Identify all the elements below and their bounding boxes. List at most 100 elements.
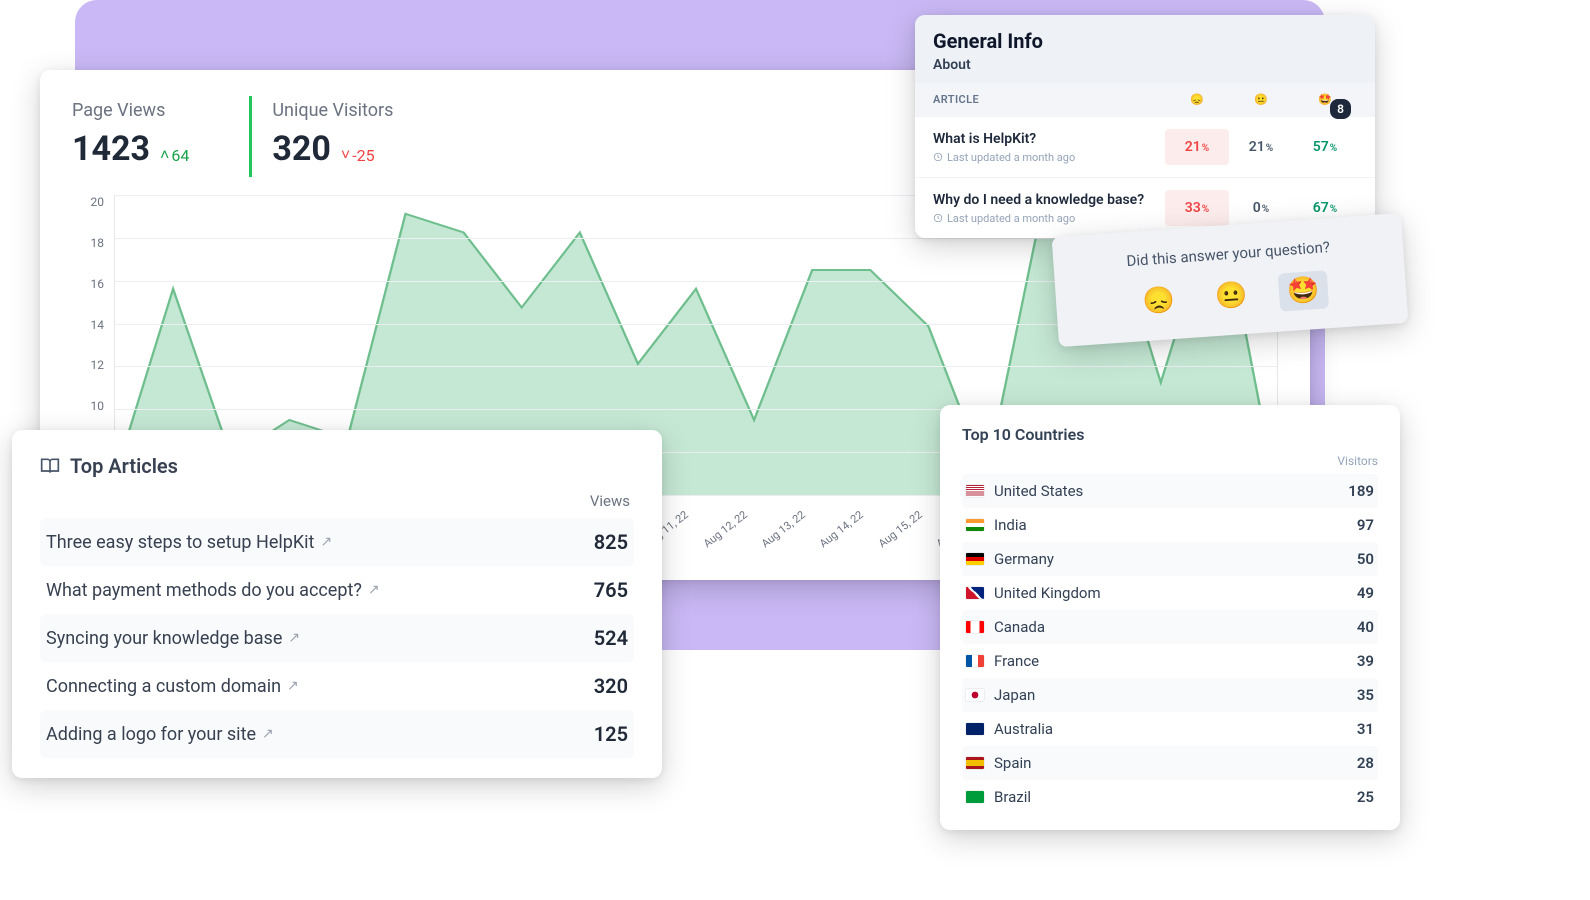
country-name: France [994,652,1039,670]
country-visitors: 40 [1357,618,1374,636]
external-link-icon: ↗ [320,534,332,550]
table-row[interactable]: Canada 40 [962,610,1378,644]
external-link-icon: ↗ [368,582,380,598]
article-link[interactable]: Three easy steps to setup HelpKit↗ [46,532,332,553]
flag-icon [966,655,984,667]
percent-cell: 33% [1165,190,1229,226]
clock-icon [933,152,943,162]
flag-icon [966,519,984,531]
country-visitors: 189 [1348,482,1374,500]
country-name: Japan [994,686,1035,704]
country-visitors: 49 [1357,584,1374,602]
general-info-title: General Info [933,29,1357,53]
article-views: 524 [594,626,628,650]
metric-value: 320 [272,129,331,169]
country-visitors: 31 [1357,720,1374,738]
feedback-emoji-row: 😞 😐 🤩 [1077,266,1385,325]
article-subtitle: Last updated a month ago [933,212,1165,225]
emoji-mid-header: 😐 [1229,93,1293,106]
count-tooltip: 8 [1330,99,1351,119]
caret-down-icon: ˅ [341,145,350,165]
feedback-card: Did this answer your question? 😞 😐 🤩 [1052,213,1409,347]
feedback-neg-button[interactable]: 😞 [1133,280,1184,321]
flag-icon [966,621,984,633]
article-views: 320 [594,674,628,698]
external-link-icon: ↗ [288,630,300,646]
metric-label: Unique Visitors [272,100,393,121]
emoji-neg-header: 😞 [1165,93,1229,106]
external-link-icon: ↗ [287,678,299,694]
flag-icon [966,587,984,599]
top-articles-card: Top Articles Views Three easy steps to s… [12,430,662,778]
feedback-pos-button[interactable]: 🤩 [1278,270,1329,311]
country-name: Canada [994,618,1045,636]
country-visitors: 35 [1357,686,1374,704]
country-name: Australia [994,720,1053,738]
table-row[interactable]: Adding a logo for your site↗ 125 [40,710,634,758]
country-name: Germany [994,550,1054,568]
country-visitors: 50 [1357,550,1374,568]
external-link-icon: ↗ [262,726,274,742]
general-info-card: General Info About ARTICLE 😞 😐 🤩 What is… [915,15,1375,238]
flag-icon [966,689,984,701]
table-row[interactable]: What payment methods do you accept?↗ 765 [40,566,634,614]
article-link[interactable]: Syncing your knowledge base↗ [46,628,300,649]
table-row[interactable]: Syncing your knowledge base↗ 524 [40,614,634,662]
flag-icon [966,485,984,497]
article-views: 765 [594,578,628,602]
country-name: Brazil [994,788,1031,806]
article-views: 825 [594,530,628,554]
table-row[interactable]: Connecting a custom domain↗ 320 [40,662,634,710]
article-title: Why do I need a knowledge base? [933,192,1165,208]
table-row[interactable]: United Kingdom 49 [962,576,1378,610]
table-row[interactable]: Three easy steps to setup HelpKit↗ 825 [40,518,634,566]
flag-icon [966,757,984,769]
metric-label: Page Views [72,100,189,121]
percent-cell: 21% [1165,129,1229,165]
flag-icon [966,791,984,803]
book-icon [40,456,60,476]
general-info-about: About [933,57,1357,73]
country-name: India [994,516,1027,534]
country-name: United States [994,482,1083,500]
delta-down: ˅ -25 [341,145,375,165]
table-row[interactable]: Japan 35 [962,678,1378,712]
percent-cell: 21% [1229,129,1293,165]
top-articles-title: Top Articles [70,454,178,478]
percent-cell: 57% [1293,129,1357,165]
article-link[interactable]: Connecting a custom domain↗ [46,676,299,697]
country-visitors: 97 [1357,516,1374,534]
visitors-header: Visitors [962,454,1378,468]
feedback-mid-button[interactable]: 😐 [1206,275,1257,316]
feedback-question: Did this answer your question? [1075,234,1382,273]
metric-page-views[interactable]: Page Views 1423 ˄ 64 [72,96,209,177]
general-info-table-header: ARTICLE 😞 😐 🤩 [915,83,1375,116]
article-views: 125 [594,722,628,746]
views-header: Views [40,492,634,510]
article-list: Three easy steps to setup HelpKit↗ 825 Wha… [40,518,634,758]
table-row[interactable]: France 39 [962,644,1378,678]
table-row[interactable]: Brazil25 [962,780,1378,814]
table-row[interactable]: What is HelpKit?Last updated a month ago… [915,116,1375,177]
countries-title: Top 10 Countries [962,425,1378,444]
metric-value: 1423 [72,129,150,169]
country-visitors: 28 [1357,754,1374,772]
country-list: United States 189 India 97 Germany 50 United K… [962,474,1378,814]
delta-up: ˄ 64 [160,145,189,165]
caret-up-icon: ˄ [160,145,169,165]
table-row[interactable]: Spain 28 [962,746,1378,780]
article-title: What is HelpKit? [933,131,1165,147]
countries-card: Top 10 Countries Visitors United States 1… [940,405,1400,830]
table-row[interactable]: India 97 [962,508,1378,542]
article-link[interactable]: Adding a logo for your site↗ [46,724,274,745]
table-row[interactable]: Australia 31 [962,712,1378,746]
country-visitors: 39 [1357,652,1374,670]
country-name: United Kingdom [994,584,1101,602]
table-row[interactable]: Germany 50 [962,542,1378,576]
country-name: Spain [994,754,1031,772]
flag-icon [966,723,984,735]
table-row[interactable]: United States 189 [962,474,1378,508]
article-link[interactable]: What payment methods do you accept?↗ [46,580,380,601]
clock-icon [933,213,943,223]
metric-unique-visitors[interactable]: Unique Visitors 320 ˅ -25 [249,96,413,177]
